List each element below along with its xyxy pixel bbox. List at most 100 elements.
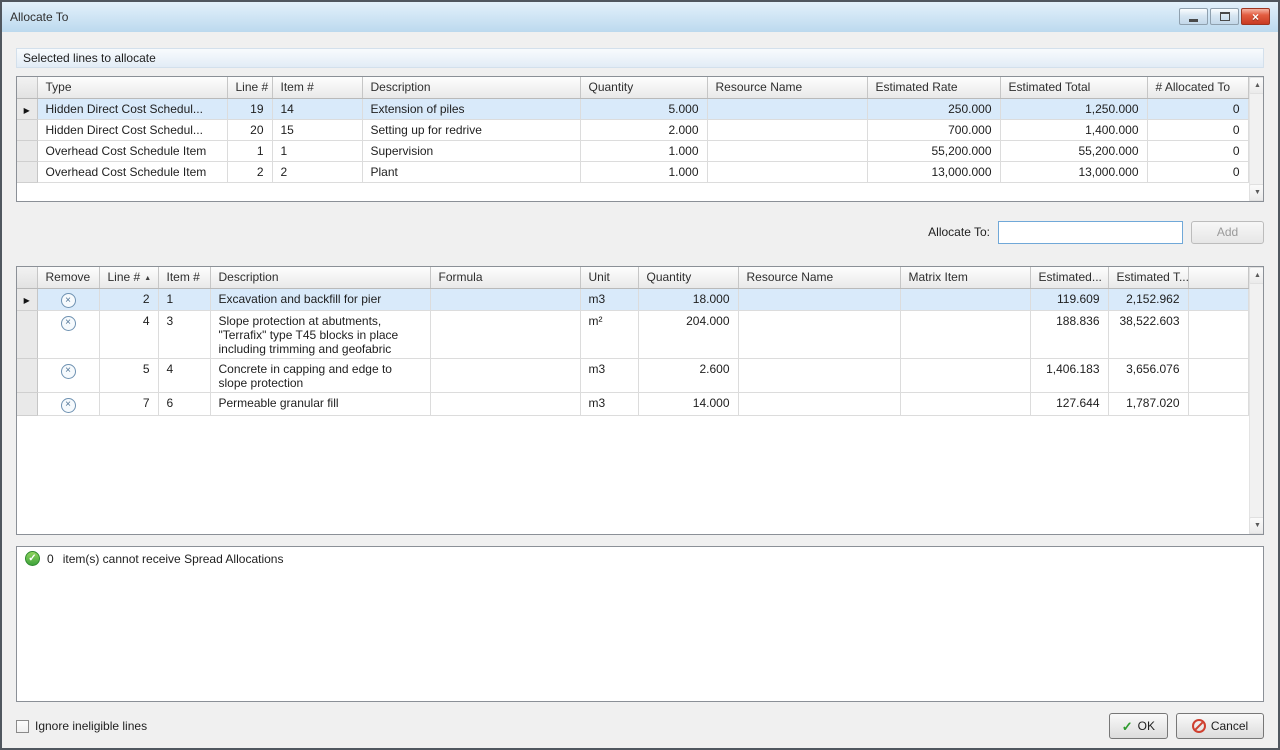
cell-item[interactable]: 15	[272, 119, 362, 140]
cell-item[interactable]: 4	[158, 359, 210, 393]
ignore-ineligible-control[interactable]: Ignore ineligible lines	[16, 719, 147, 733]
cell-unit[interactable]: m3	[580, 393, 638, 416]
table-row[interactable]: × 4 3 Slope protection at abutments, "Te…	[17, 311, 1248, 359]
cell-matrix[interactable]	[900, 311, 1030, 359]
column-header-unit[interactable]: Unit	[580, 267, 638, 288]
scroll-up-button[interactable]: ▲	[1249, 267, 1264, 284]
column-header-quantity[interactable]: Quantity	[638, 267, 738, 288]
column-header-est-total[interactable]: Estimated T...	[1108, 267, 1188, 288]
column-header-resource[interactable]: Resource Name	[707, 77, 867, 98]
cell-quantity[interactable]: 2.600	[638, 359, 738, 393]
column-header-matrix[interactable]: Matrix Item	[900, 267, 1030, 288]
cell-formula[interactable]	[430, 288, 580, 311]
cell-line[interactable]: 7	[99, 393, 158, 416]
ignore-ineligible-checkbox[interactable]	[16, 720, 29, 733]
table-row[interactable]: Overhead Cost Schedule Item 2 2 Plant 1.…	[17, 161, 1248, 182]
cell-allocated[interactable]: 0	[1147, 161, 1248, 182]
allocate-to-input[interactable]	[998, 221, 1183, 244]
column-header-remove[interactable]: Remove	[37, 267, 99, 288]
cell-resource[interactable]	[707, 98, 867, 119]
cell-resource[interactable]	[707, 161, 867, 182]
close-button[interactable]: ×	[1241, 8, 1270, 25]
cell-description[interactable]: Excavation and backfill for pier	[210, 288, 430, 311]
cell-type[interactable]: Overhead Cost Schedule Item	[37, 161, 227, 182]
row-selector-cell[interactable]: ▶	[17, 288, 37, 311]
cell-rate[interactable]: 55,200.000	[867, 140, 1000, 161]
remove-icon[interactable]: ×	[61, 364, 76, 379]
cell-description[interactable]: Supervision	[362, 140, 580, 161]
column-header-quantity[interactable]: Quantity	[580, 77, 707, 98]
column-header-line[interactable]: Line #▲	[99, 267, 158, 288]
cell-total[interactable]: 1,400.000	[1000, 119, 1147, 140]
vertical-scrollbar[interactable]: ▲ ▼	[1249, 267, 1265, 534]
cell-type[interactable]: Hidden Direct Cost Schedul...	[37, 119, 227, 140]
cell-quantity[interactable]: 18.000	[638, 288, 738, 311]
cell-quantity[interactable]: 5.000	[580, 98, 707, 119]
cell-description[interactable]: Setting up for redrive	[362, 119, 580, 140]
cell-matrix[interactable]	[900, 393, 1030, 416]
cell-type[interactable]: Overhead Cost Schedule Item	[37, 140, 227, 161]
column-header-item[interactable]: Item #	[158, 267, 210, 288]
column-header-line[interactable]: Line #	[227, 77, 272, 98]
cell-item[interactable]: 3	[158, 311, 210, 359]
table-row[interactable]: × 5 4 Concrete in capping and edge to sl…	[17, 359, 1248, 393]
table-row[interactable]: Hidden Direct Cost Schedul... 20 15 Sett…	[17, 119, 1248, 140]
column-header-description[interactable]: Description	[362, 77, 580, 98]
cell-est-rate[interactable]: 119.609	[1030, 288, 1108, 311]
cell-total[interactable]: 55,200.000	[1000, 140, 1147, 161]
row-selector-cell[interactable]	[17, 140, 37, 161]
cell-line[interactable]: 5	[99, 359, 158, 393]
cell-rate[interactable]: 700.000	[867, 119, 1000, 140]
column-header-item[interactable]: Item #	[272, 77, 362, 98]
cell-quantity[interactable]: 204.000	[638, 311, 738, 359]
cell-quantity[interactable]: 1.000	[580, 161, 707, 182]
ok-button[interactable]: ✓ OK	[1109, 713, 1168, 739]
cell-item[interactable]: 1	[272, 140, 362, 161]
cell-unit[interactable]: m²	[580, 311, 638, 359]
cell-resource[interactable]	[738, 311, 900, 359]
column-header-total[interactable]: Estimated Total	[1000, 77, 1147, 98]
column-header-formula[interactable]: Formula	[430, 267, 580, 288]
cell-unit[interactable]: m3	[580, 288, 638, 311]
row-selector-cell[interactable]	[17, 161, 37, 182]
row-selector-cell[interactable]	[17, 311, 37, 359]
cell-line[interactable]: 4	[99, 311, 158, 359]
cell-description[interactable]: Extension of piles	[362, 98, 580, 119]
remove-icon[interactable]: ×	[61, 316, 76, 331]
column-header-resource[interactable]: Resource Name	[738, 267, 900, 288]
cell-item[interactable]: 2	[272, 161, 362, 182]
cell-description[interactable]: Slope protection at abutments, "Terrafix…	[210, 311, 430, 359]
cell-formula[interactable]	[430, 311, 580, 359]
cell-remove[interactable]: ×	[37, 359, 99, 393]
cell-remove[interactable]: ×	[37, 311, 99, 359]
scroll-up-button[interactable]: ▲	[1249, 77, 1264, 94]
row-selector-cell[interactable]	[17, 359, 37, 393]
cancel-button[interactable]: Cancel	[1176, 713, 1264, 739]
cell-matrix[interactable]	[900, 359, 1030, 393]
remove-icon[interactable]: ×	[61, 293, 76, 308]
cell-item[interactable]: 1	[158, 288, 210, 311]
cell-resource[interactable]	[707, 140, 867, 161]
cell-matrix[interactable]	[900, 288, 1030, 311]
row-selector-cell[interactable]	[17, 119, 37, 140]
cell-resource[interactable]	[738, 393, 900, 416]
row-selector-cell[interactable]	[17, 393, 37, 416]
column-header-rate[interactable]: Estimated Rate	[867, 77, 1000, 98]
add-button[interactable]: Add	[1191, 221, 1264, 244]
cell-total[interactable]: 1,250.000	[1000, 98, 1147, 119]
column-header-est-rate[interactable]: Estimated...	[1030, 267, 1108, 288]
cell-type[interactable]: Hidden Direct Cost Schedul...	[37, 98, 227, 119]
cell-description[interactable]: Concrete in capping and edge to slope pr…	[210, 359, 430, 393]
cell-est-rate[interactable]: 188.836	[1030, 311, 1108, 359]
cell-resource[interactable]	[707, 119, 867, 140]
cell-est-total[interactable]: 1,787.020	[1108, 393, 1188, 416]
column-header-allocated[interactable]: # Allocated To	[1147, 77, 1248, 98]
cell-est-total[interactable]: 3,656.076	[1108, 359, 1188, 393]
cell-item[interactable]: 6	[158, 393, 210, 416]
scroll-down-button[interactable]: ▼	[1249, 184, 1264, 201]
cell-line[interactable]: 20	[227, 119, 272, 140]
cell-remove[interactable]: ×	[37, 288, 99, 311]
cell-allocated[interactable]: 0	[1147, 98, 1248, 119]
cell-line[interactable]: 2	[99, 288, 158, 311]
cell-rate[interactable]: 13,000.000	[867, 161, 1000, 182]
